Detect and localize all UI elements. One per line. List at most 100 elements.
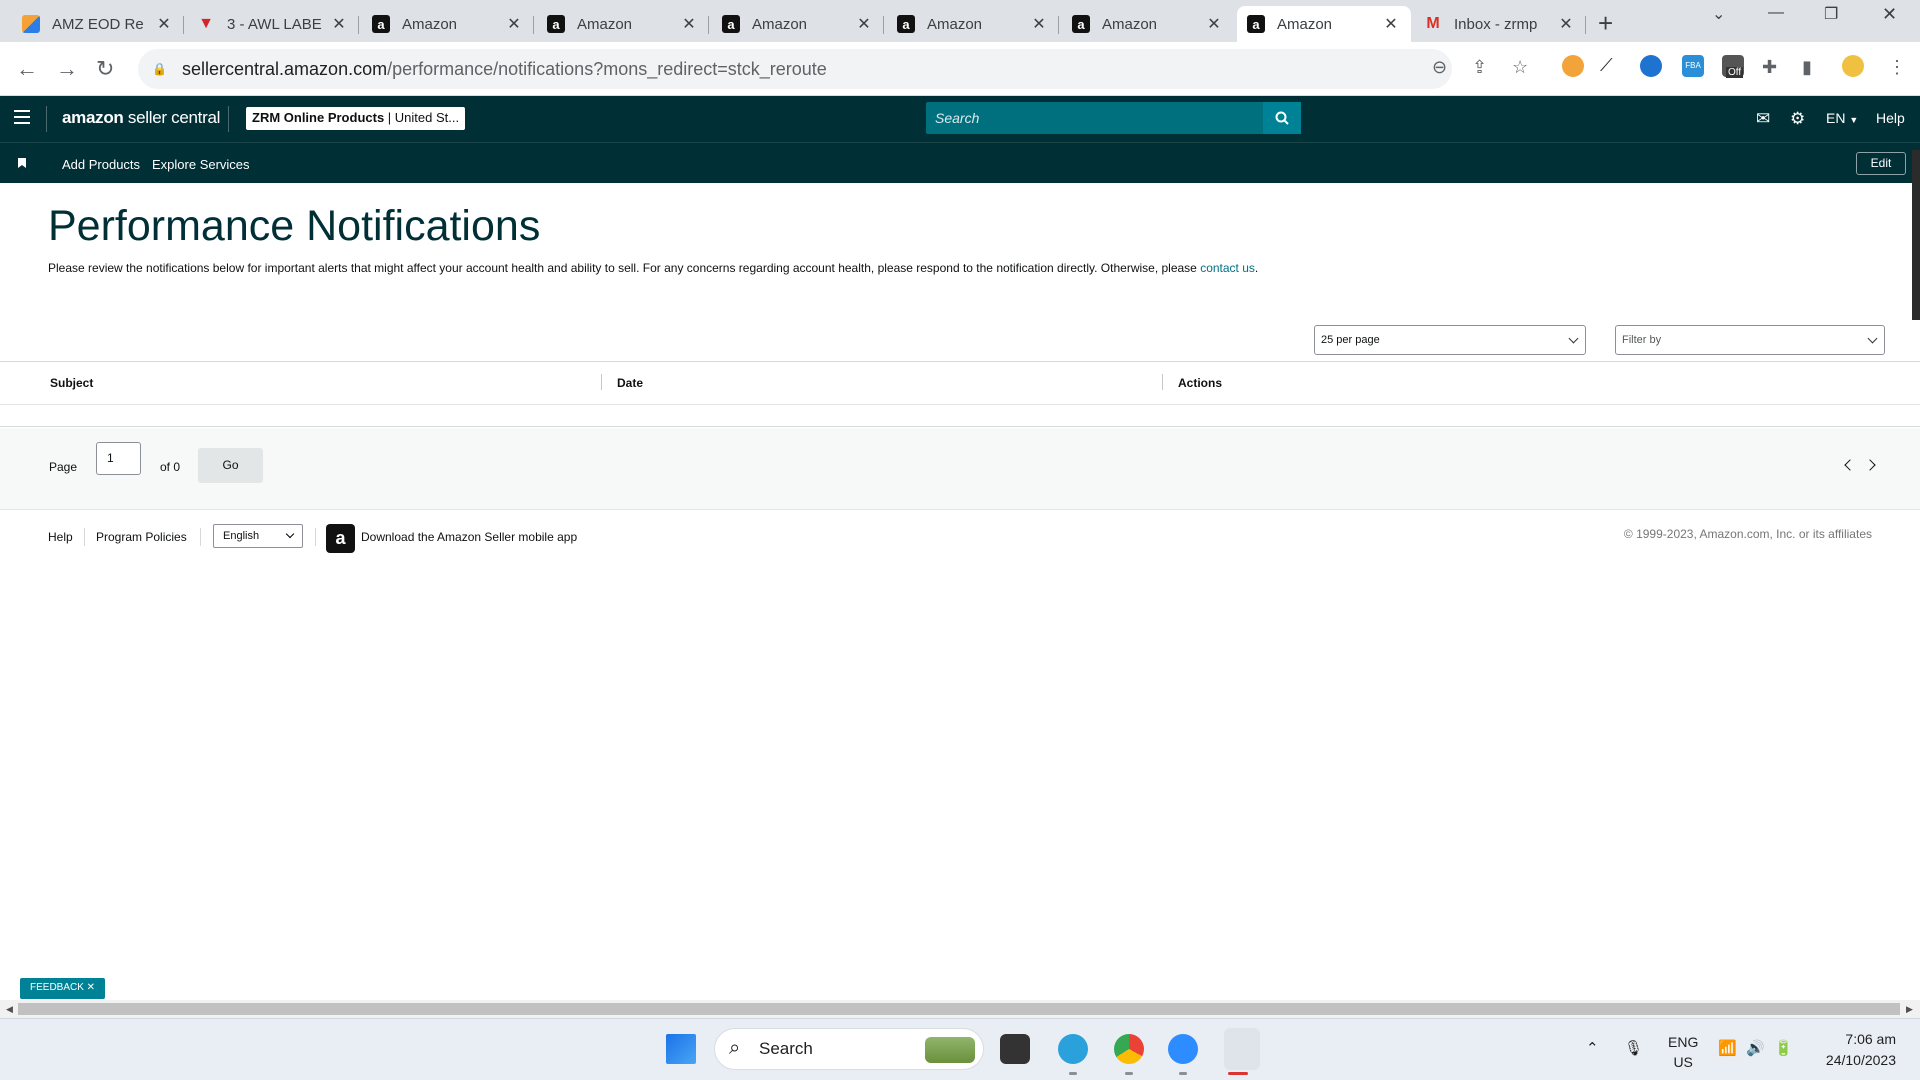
clock-time: 7:06 am <box>1845 1031 1896 1047</box>
page-title: Performance Notifications <box>48 202 541 250</box>
extension-blue-icon[interactable] <box>1640 55 1662 77</box>
snipping-tool-icon[interactable] <box>1224 1028 1260 1070</box>
footer-help-link[interactable]: Help <box>48 530 73 544</box>
logo-bold-text: amazon <box>62 108 124 127</box>
feedback-button[interactable]: FEEDBACK ✕ <box>20 978 106 999</box>
go-button[interactable]: Go <box>198 448 263 483</box>
bookmark-icon[interactable] <box>18 158 26 168</box>
forward-arrow-icon[interactable]: → <box>56 56 78 82</box>
amazon-app-icon[interactable]: a <box>326 524 355 553</box>
scrollbar-thumb[interactable] <box>18 1003 1900 1015</box>
scroll-left-icon[interactable]: ◀ <box>6 1004 13 1015</box>
back-arrow-icon[interactable]: ← <box>16 56 38 82</box>
chrome-icon[interactable] <box>1114 1034 1144 1064</box>
language-selector[interactable]: EN ▼ <box>1826 110 1858 126</box>
add-products-link[interactable]: Add Products <box>62 157 140 172</box>
close-icon[interactable]: ✕ <box>504 14 524 34</box>
extension-fba-icon[interactable]: FBA <box>1682 55 1704 77</box>
reload-icon[interactable]: ↻ <box>96 56 114 82</box>
contact-us-link[interactable]: contact us <box>1200 261 1255 275</box>
bookmark-star-icon[interactable]: ☆ <box>1512 57 1528 78</box>
browser-tab[interactable]: M Inbox - zrmp ✕ <box>1414 6 1586 42</box>
profile-avatar-icon[interactable] <box>1842 55 1864 77</box>
share-icon[interactable]: ⇪ <box>1472 57 1487 78</box>
hamburger-menu-icon[interactable] <box>14 110 30 128</box>
tray-overflow-icon[interactable]: ⌃ <box>1586 1039 1599 1057</box>
extension-off-icon[interactable]: Off <box>1722 55 1744 78</box>
browser-tab[interactable]: a Amazon ✕ <box>362 6 534 42</box>
close-icon[interactable]: ✕ <box>1556 14 1576 34</box>
browser-tab[interactable]: a Amazon ✕ <box>537 6 709 42</box>
tab-search-icon[interactable]: ⌄ <box>1712 4 1725 24</box>
microphone-icon[interactable]: 🎙 <box>1624 1039 1643 1057</box>
address-bar[interactable]: 🔒 sellercentral.amazon.com/performance/n… <box>138 49 1452 89</box>
tab-divider <box>1058 16 1059 34</box>
input-language-top: ENG <box>1668 1034 1699 1050</box>
side-panel-icon[interactable]: ▮ <box>1802 57 1812 78</box>
explore-services-link[interactable]: Explore Services <box>152 157 250 172</box>
per-page-select[interactable]: 25 per page <box>1314 325 1586 355</box>
seller-central-subnav: Add Products Explore Services Edit <box>0 142 1920 183</box>
file-explorer-icon[interactable] <box>1000 1034 1030 1064</box>
store-picker[interactable]: ZRM Online Products | United St... <box>246 107 466 130</box>
extension-orange-icon[interactable] <box>1562 55 1584 77</box>
tab-title: AMZ EOD Re <box>52 15 144 33</box>
program-policies-link[interactable]: Program Policies <box>96 530 187 544</box>
new-tab-icon[interactable]: + <box>1598 8 1613 39</box>
browser-tab[interactable]: a Amazon ✕ <box>887 6 1059 42</box>
close-icon[interactable]: ✕ <box>154 14 174 34</box>
zoom-icon[interactable] <box>1168 1034 1198 1064</box>
tab-title: Amazon <box>402 15 458 33</box>
extensions-puzzle-icon[interactable]: ✚ <box>1762 57 1777 78</box>
mail-icon[interactable]: ✉ <box>1756 109 1770 129</box>
close-icon[interactable]: ✕ <box>679 14 699 34</box>
windows-start-icon[interactable] <box>666 1034 696 1064</box>
gear-icon[interactable]: ⚙ <box>1790 109 1805 129</box>
scroll-right-icon[interactable]: ▶ <box>1906 1004 1913 1015</box>
page-number-input[interactable]: 1 <box>96 442 141 475</box>
browser-tab[interactable]: a Amazon ✕ <box>712 6 884 42</box>
close-icon[interactable]: ✕ <box>329 14 349 34</box>
telegram-icon[interactable] <box>1058 1034 1088 1064</box>
header-divider <box>46 106 47 132</box>
column-header-subject[interactable]: Subject <box>50 376 93 390</box>
chevron-down-icon <box>1568 333 1579 344</box>
chevron-down-icon <box>1867 333 1878 344</box>
column-header-date[interactable]: Date <box>617 376 643 390</box>
horizontal-scrollbar[interactable]: ◀ ▶ <box>0 1000 1920 1018</box>
system-clock[interactable]: 7:06 am 24/10/2023 <box>1826 1029 1896 1071</box>
search-button[interactable] <box>1263 102 1301 134</box>
volume-icon[interactable]: 🔊 <box>1746 1039 1765 1057</box>
input-language[interactable]: ENG US <box>1668 1032 1698 1072</box>
browser-tab-active[interactable]: a Amazon ✕ <box>1237 6 1411 42</box>
seller-central-logo[interactable]: amazon seller central <box>62 108 220 128</box>
footer-language-select[interactable]: English <box>213 524 303 548</box>
close-icon[interactable]: ✕ <box>854 14 874 34</box>
taskbar-search[interactable]: ⌕ Search <box>714 1028 984 1070</box>
close-icon[interactable]: ✕ <box>1029 14 1049 34</box>
browser-tab[interactable]: AMZ EOD Re ✕ <box>12 6 184 42</box>
window-close-icon[interactable]: ✕ <box>1882 4 1897 25</box>
wifi-icon[interactable]: 📶 <box>1718 1039 1737 1057</box>
minimize-icon[interactable]: — <box>1768 4 1784 22</box>
search-highlight-icon <box>925 1037 975 1063</box>
browser-tab[interactable]: ▼ 3 - AWL LABE ✕ <box>187 6 359 42</box>
download-app-link[interactable]: Download the Amazon Seller mobile app <box>361 530 577 544</box>
intro-text: Please review the notifications below fo… <box>48 260 1288 277</box>
battery-icon[interactable]: 🔋 <box>1774 1039 1793 1057</box>
close-icon[interactable]: ✕ <box>1381 14 1401 34</box>
restore-icon[interactable]: ❐ <box>1824 4 1838 24</box>
extension-arrow-icon[interactable]: ⟋ <box>1600 55 1622 77</box>
browser-tab[interactable]: a Amazon ✕ <box>1062 6 1234 42</box>
seller-central-header: amazon seller central ZRM Online Product… <box>0 96 1920 142</box>
chevron-left-icon[interactable] <box>1844 459 1856 471</box>
more-menu-icon[interactable]: ⋮ <box>1888 57 1906 78</box>
search-input[interactable]: Search <box>926 102 1263 134</box>
chevron-right-icon[interactable] <box>1864 459 1876 471</box>
zoom-out-icon[interactable]: ⊖ <box>1432 57 1447 78</box>
header-help-link[interactable]: Help <box>1876 110 1905 126</box>
filter-select[interactable]: Filter by <box>1615 325 1885 355</box>
per-page-value: 25 per page <box>1321 334 1380 346</box>
close-icon[interactable]: ✕ <box>1204 14 1224 34</box>
edit-nav-button[interactable]: Edit <box>1856 152 1906 175</box>
